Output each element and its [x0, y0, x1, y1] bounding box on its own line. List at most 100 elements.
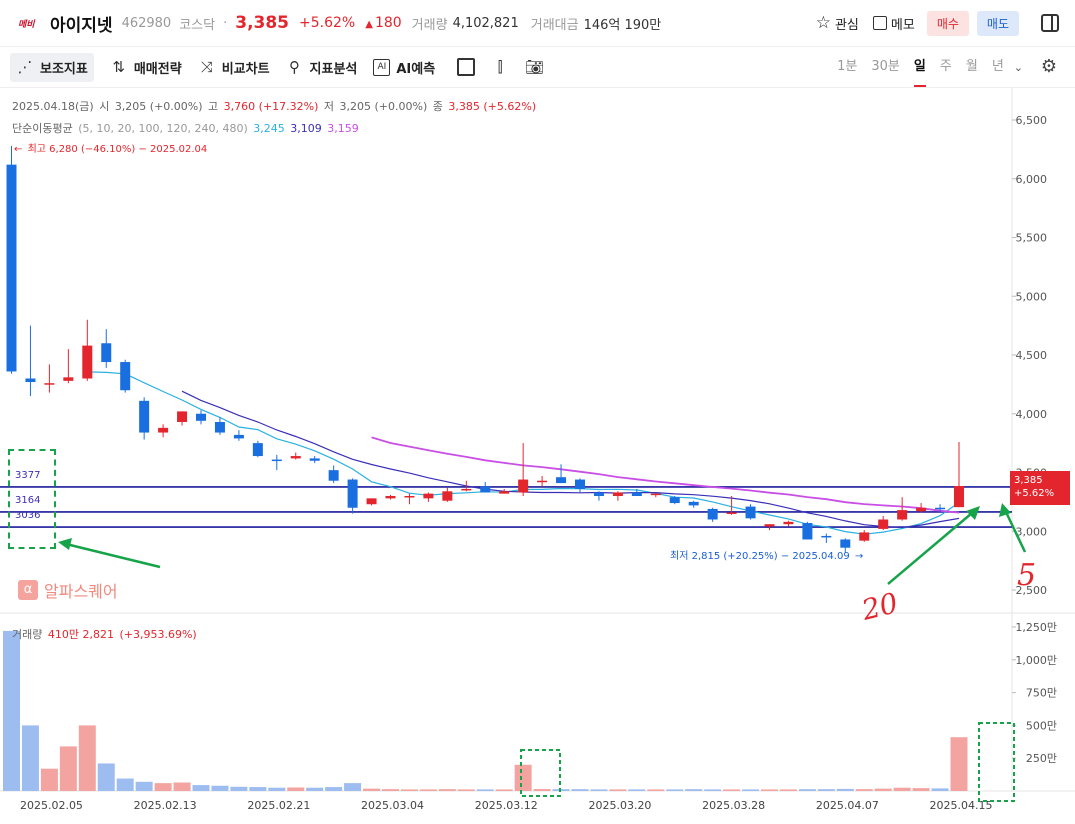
- candle-body: [461, 488, 472, 491]
- x-tick-label: 2025.03.12: [475, 799, 538, 812]
- gear-icon[interactable]: ⚙: [1039, 57, 1059, 77]
- candle-body: [6, 164, 17, 372]
- watch-button[interactable]: ☆ 관심: [816, 13, 859, 33]
- candle-body: [347, 479, 358, 508]
- volume-bar: [116, 778, 134, 791]
- candle-body: [158, 427, 169, 433]
- header-actions: ☆ 관심 메모 매수 매도: [802, 8, 1075, 38]
- volume-bar: [855, 789, 873, 791]
- volume-bar: [249, 787, 267, 791]
- x-tick-label: 2025.03.20: [588, 799, 651, 812]
- volume-bar: [438, 789, 456, 791]
- shuffle-icon: ⤨: [200, 58, 213, 76]
- open-value: 3,205 (+0.00%): [114, 100, 203, 113]
- level-3164: 3164: [15, 495, 41, 506]
- volume-info-value: 410만 2,821: [47, 628, 114, 641]
- volume-bar: [912, 788, 930, 791]
- volume-bar: [230, 786, 248, 791]
- volume-bar: [344, 783, 362, 791]
- candle-body: [593, 492, 604, 496]
- candle-body: [556, 477, 567, 484]
- candle-body: [878, 519, 889, 529]
- price-tick-label: 4,000: [1016, 408, 1048, 421]
- candle-body: [859, 532, 870, 541]
- volume-bar: [893, 787, 911, 791]
- candle-body: [442, 491, 453, 501]
- buy-button[interactable]: 매수: [926, 10, 969, 36]
- volume-info-label: 거래량: [12, 628, 43, 641]
- period-month[interactable]: 월: [966, 47, 978, 87]
- memo-icon: [872, 16, 887, 30]
- price-tick-label: 5,000: [1016, 290, 1048, 303]
- volume-bar: [400, 789, 418, 791]
- close-value: 3,385 (+5.62%): [448, 100, 537, 113]
- ai-tool[interactable]: AI AI예측: [373, 58, 435, 77]
- current-price: 3,385: [235, 13, 290, 33]
- indicator-label: 보조지표: [40, 61, 88, 77]
- candle-body: [25, 378, 36, 383]
- volume-bar: [798, 789, 816, 791]
- period-year[interactable]: 년: [992, 47, 1004, 87]
- candle-body: [707, 508, 718, 520]
- camera-icon[interactable]: 📷︎: [525, 58, 544, 76]
- high-label: 고: [208, 100, 219, 113]
- period-1min[interactable]: 1분: [837, 47, 857, 87]
- volume-label: 거래량: [411, 17, 448, 33]
- volume-value: 4,102,821: [452, 15, 519, 31]
- x-tick-label: 2025.02.13: [134, 799, 197, 812]
- strategy-tool[interactable]: ⇅ 매매전략: [110, 58, 182, 77]
- chart-type-square-icon[interactable]: [457, 58, 476, 76]
- period-week[interactable]: 주: [940, 47, 952, 87]
- candle-icon[interactable]: ⫿: [491, 58, 509, 76]
- volume-info: 거래량 410만 2,821 (+3,953.69%): [12, 626, 199, 642]
- change-amount: 180: [365, 15, 402, 31]
- watch-label: 관심: [834, 17, 859, 33]
- max-annotation: ← 최고 6,280 (−46.10%) − 2025.02.04: [14, 140, 209, 155]
- stock-code: 462980: [121, 15, 172, 31]
- ma-info: 단순이동평균 (5, 10, 20, 100, 120, 240, 480) 3…: [12, 120, 361, 136]
- volume-bar: [382, 789, 399, 791]
- chevron-down-icon[interactable]: ⌄: [1014, 61, 1023, 74]
- analysis-tool[interactable]: ⚲ 지표분석: [286, 58, 357, 77]
- compare-tool[interactable]: ⤨ 비교차트: [198, 58, 270, 77]
- volume-bar: [211, 785, 229, 791]
- volume-tick-label: 500만: [1026, 719, 1057, 732]
- side-panel-icon[interactable]: [1041, 14, 1059, 32]
- candle-body: [214, 421, 225, 433]
- amount-label: 거래대금: [530, 17, 579, 33]
- period-selector: 1분 30분 일 주 월 년 ⌄: [823, 47, 1023, 87]
- high-value: 3,760 (+17.32%): [223, 100, 319, 113]
- strategy-label: 매매전략: [133, 61, 182, 77]
- volume-bar: [552, 789, 570, 791]
- volume-tick-label: 1,250만: [1015, 621, 1057, 634]
- ma5-arrow-head: [999, 503, 1011, 517]
- sell-button[interactable]: 매도: [976, 10, 1019, 36]
- open-label: 시: [99, 100, 110, 113]
- candle-body: [518, 479, 529, 493]
- candle-body: [404, 496, 415, 498]
- indicator-tool[interactable]: ⋰ 보조지표: [10, 52, 94, 82]
- company-logo: 메비: [18, 19, 35, 30]
- price-chart[interactable]: 6,5006,0005,5005,0004,5004,0003,5003,000…: [0, 88, 1075, 824]
- candle-body: [821, 535, 832, 538]
- memo-button[interactable]: 메모: [872, 14, 915, 33]
- candle-body: [309, 458, 320, 461]
- price-tick-label: 6,500: [1016, 114, 1048, 127]
- low-label: 저: [323, 100, 335, 113]
- volume-bar: [817, 789, 835, 791]
- info-date: 2025.04.18(금): [12, 100, 94, 113]
- watermark-text: 알파스퀘어: [44, 582, 118, 601]
- candle-body: [328, 470, 339, 481]
- period-30min[interactable]: 30분: [871, 47, 900, 87]
- candle-body: [897, 510, 908, 520]
- level-arrow-head: [58, 538, 72, 550]
- volume-bar: [590, 789, 608, 791]
- volume-bar: [154, 783, 172, 791]
- max-label: 최고 6,280 (−46.10%) − 2025.02.04: [27, 144, 208, 155]
- memo-label: 메모: [890, 17, 915, 33]
- ai-label: AI예측: [396, 61, 436, 77]
- price-tick-label: 6,000: [1016, 173, 1048, 186]
- star-icon: ☆: [815, 13, 831, 33]
- period-day[interactable]: 일: [913, 47, 926, 87]
- ma10-line: [181, 390, 960, 529]
